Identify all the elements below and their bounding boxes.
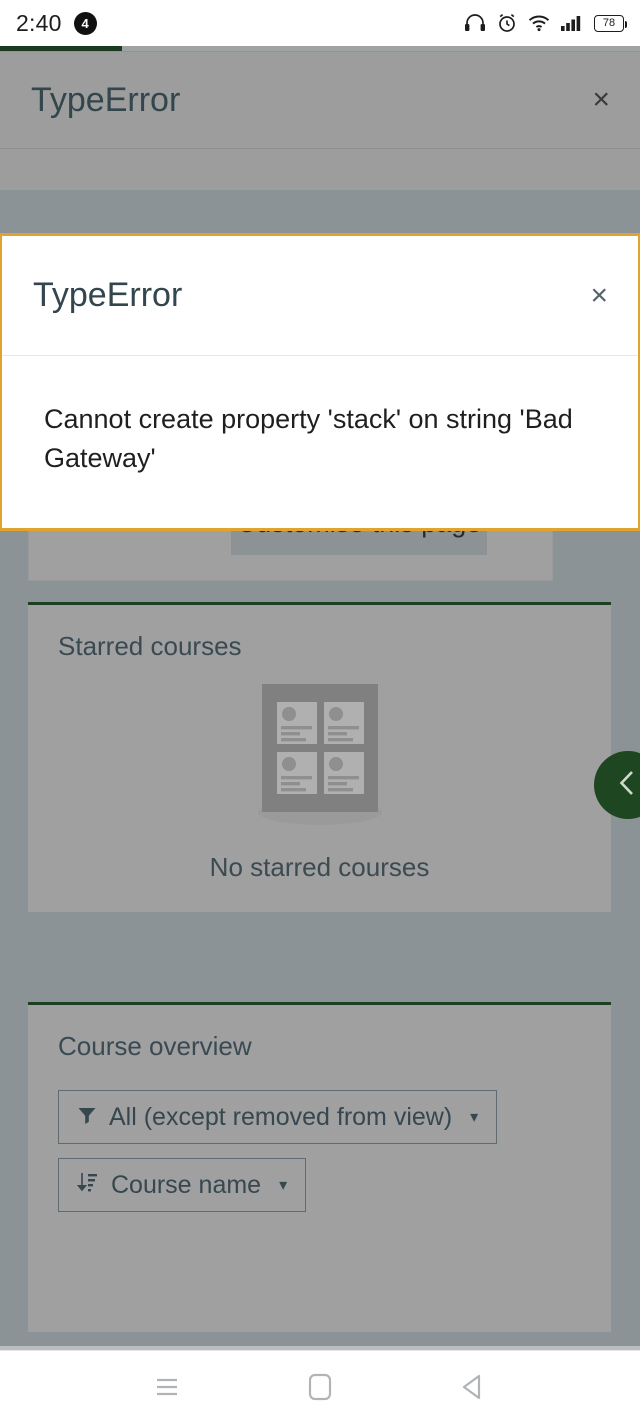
course-cards-placeholder-icon bbox=[225, 676, 415, 841]
signal-icon bbox=[561, 14, 583, 32]
error-modal-header: TypeError × bbox=[2, 236, 638, 356]
course-sort-dropdown[interactable]: Course name ▾ bbox=[58, 1158, 307, 1212]
starred-courses-title: Starred courses bbox=[58, 631, 242, 661]
status-bar-right: 78 bbox=[464, 13, 628, 33]
headset-icon bbox=[464, 14, 486, 32]
wifi-icon bbox=[528, 14, 550, 32]
status-bar-clock: 2:40 bbox=[16, 9, 62, 36]
starred-courses-block: Starred courses No starred courses bbox=[28, 602, 611, 912]
course-filter-label: All (except removed from view) bbox=[109, 1102, 453, 1131]
course-overview-block: Course overview All (except removed from… bbox=[28, 1002, 611, 1332]
status-bar-left: 2:40 4 bbox=[16, 10, 97, 37]
error-modal-message: Cannot create property 'stack' on string… bbox=[44, 404, 573, 474]
sort-ascending-icon bbox=[76, 1171, 99, 1200]
course-sort-label: Course name bbox=[111, 1170, 262, 1199]
filter-funnel-icon bbox=[77, 1103, 97, 1132]
home-icon[interactable] bbox=[307, 1372, 333, 1402]
background-dialog-header: TypeError × bbox=[0, 52, 640, 149]
course-sort-row: Course name ▾ bbox=[28, 1144, 611, 1242]
course-filter-row: All (except removed from view) ▾ bbox=[28, 1062, 611, 1144]
error-modal-title: TypeError bbox=[33, 276, 183, 314]
recents-icon[interactable] bbox=[152, 1374, 182, 1400]
error-modal-dialog: TypeError × Cannot create property 'stac… bbox=[0, 233, 640, 532]
close-icon[interactable]: × bbox=[590, 280, 608, 311]
background-dialog-title: TypeError bbox=[31, 80, 181, 119]
battery-level-label: 78 bbox=[602, 16, 616, 29]
course-filter-dropdown[interactable]: All (except removed from view) ▾ bbox=[58, 1090, 498, 1144]
back-icon[interactable] bbox=[458, 1372, 488, 1402]
background-error-dialog: TypeError × bbox=[0, 51, 640, 190]
chevron-down-icon: ▾ bbox=[470, 1109, 479, 1126]
phone-screen: 2:40 4 78 TypeError × Starred courses No… bbox=[0, 0, 640, 1422]
android-navigation-bar bbox=[0, 1350, 640, 1422]
no-starred-courses-label: No starred courses bbox=[209, 852, 430, 882]
close-icon[interactable]: × bbox=[592, 85, 610, 115]
course-overview-title: Course overview bbox=[58, 1031, 252, 1061]
alarm-icon bbox=[497, 13, 517, 33]
notification-count-badge: 4 bbox=[73, 11, 97, 35]
android-status-bar: 2:40 4 78 bbox=[0, 0, 640, 46]
chevron-down-icon: ▾ bbox=[279, 1177, 288, 1194]
battery-icon: 78 bbox=[594, 14, 628, 32]
chevron-left-icon bbox=[615, 768, 640, 803]
background-dialog-body bbox=[0, 149, 640, 190]
starred-courses-empty-state: No starred courses bbox=[28, 662, 611, 912]
